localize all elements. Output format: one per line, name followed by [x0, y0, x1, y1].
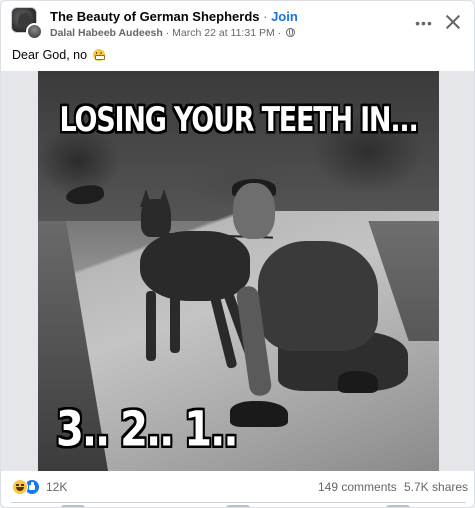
post-meta: Dalal Habeeb Audeesh · March 22 at 11:31… [50, 27, 296, 39]
post-caption: Dear God, no [12, 48, 105, 62]
reaction-count[interactable]: 12K [46, 480, 67, 494]
divider [11, 502, 466, 503]
meme-man [258, 241, 378, 351]
more-horizontal-icon[interactable]: ••• [414, 13, 434, 33]
group-title-line: The Beauty of German Shepherds · Join [50, 9, 298, 24]
reaction-icons[interactable] [12, 479, 46, 495]
post-header: The Beauty of German Shepherds · Join Da… [1, 1, 474, 45]
meme-dog-ear [140, 189, 152, 207]
meta-separator: · [162, 27, 173, 39]
caption-text: Dear God, no [12, 48, 88, 62]
group-name-link[interactable]: The Beauty of German Shepherds [50, 9, 260, 24]
author-name-link[interactable]: Dalal Habeeb Audeesh [50, 27, 163, 39]
close-icon[interactable] [442, 11, 464, 33]
separator-dot: · [259, 9, 272, 24]
globe-icon[interactable] [286, 28, 296, 37]
shares-count-link[interactable]: 5.7K shares [404, 480, 468, 494]
avatar-stack[interactable] [11, 7, 43, 40]
meme-image[interactable]: LOSING YOUR TEETH IN... 3.. 2.. 1.. [38, 71, 439, 471]
post-timestamp[interactable]: March 22 at 11:31 PM [172, 27, 275, 39]
meme-man-head [233, 183, 275, 239]
meme-top-text: LOSING YOUR TEETH IN... [59, 101, 418, 140]
meme-shoe [338, 371, 378, 393]
grimacing-face-emoji [92, 49, 105, 61]
meme-shoe [230, 401, 288, 427]
comments-count-link[interactable]: 149 comments [318, 480, 397, 494]
meme-dog-leg [146, 291, 156, 361]
post-media[interactable]: LOSING YOUR TEETH IN... 3.. 2.. 1.. [1, 71, 474, 471]
meta-separator: · [274, 27, 285, 39]
meme-dog [140, 231, 250, 301]
meme-bottom-text: 3.. 2.. 1.. [56, 402, 239, 458]
join-button[interactable]: Join [271, 9, 298, 24]
reactions-summary: 12K 149 comments 5.7K shares [1, 473, 474, 501]
haha-icon[interactable] [12, 479, 28, 495]
meme-dog-ear [158, 189, 170, 207]
author-avatar[interactable] [26, 23, 43, 40]
post-card: The Beauty of German Shepherds · Join Da… [0, 0, 475, 508]
meme-dog-leg [170, 293, 180, 353]
